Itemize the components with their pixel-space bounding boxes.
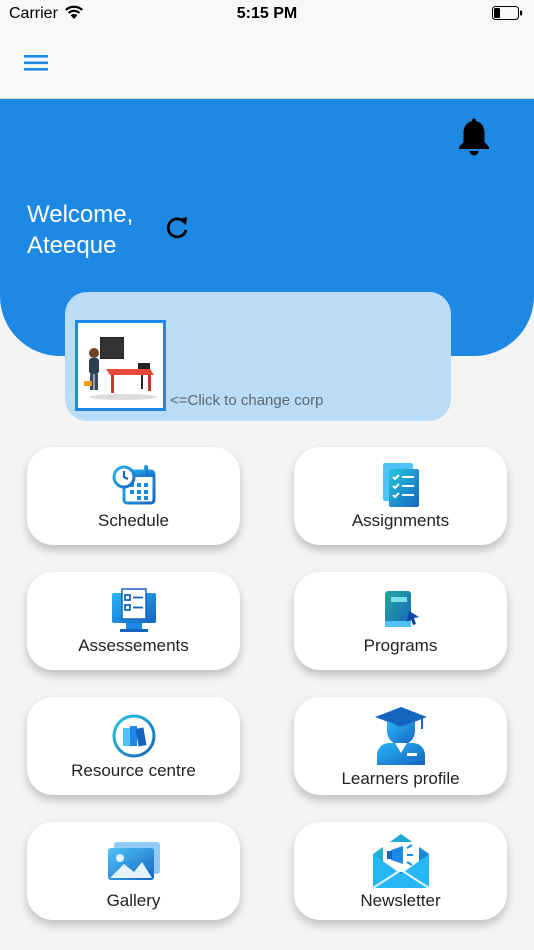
newsletter-tile[interactable]: Newsletter bbox=[294, 822, 507, 920]
learners-profile-icon bbox=[374, 707, 427, 765]
assessments-icon bbox=[111, 588, 156, 632]
schedule-label: Schedule bbox=[98, 511, 169, 530]
gallery-icon bbox=[107, 842, 160, 880]
schedule-tile[interactable]: Schedule bbox=[27, 447, 240, 545]
programs-label: Programs bbox=[363, 636, 438, 655]
assignments-tile[interactable]: Assignments bbox=[294, 447, 507, 545]
schedule-icon bbox=[112, 465, 155, 505]
change-corp-hint: <=Click to change corp bbox=[170, 392, 324, 409]
programs-icon bbox=[384, 591, 419, 627]
status-bar: Carrier 5:15 PM bbox=[0, 0, 534, 28]
resource-centre-icon bbox=[112, 714, 155, 758]
user-name: Ateeque bbox=[27, 232, 117, 259]
welcome-greeting: Welcome, bbox=[27, 201, 134, 228]
resource-centre-tile[interactable]: Resource centre bbox=[27, 697, 240, 795]
hamburger-menu-icon[interactable] bbox=[22, 50, 52, 76]
classroom-teacher-icon bbox=[84, 337, 157, 400]
status-time: 5:15 PM bbox=[236, 5, 298, 22]
welcome-text: Welcome, Ateeque bbox=[27, 199, 133, 261]
learners-profile-label: Learners profile bbox=[341, 769, 460, 788]
gallery-label: Gallery bbox=[106, 891, 161, 910]
app-bar bbox=[0, 28, 534, 99]
assessments-label: Assessements bbox=[78, 636, 189, 655]
assignments-label: Assignments bbox=[351, 511, 450, 530]
notification-bell-icon[interactable] bbox=[455, 118, 493, 158]
gallery-tile[interactable]: Gallery bbox=[27, 822, 240, 920]
resource-centre-label: Resource centre bbox=[71, 761, 196, 780]
newsletter-icon bbox=[371, 834, 430, 889]
learners-profile-tile[interactable]: Learners profile bbox=[294, 697, 507, 795]
assessments-tile[interactable]: Assessements bbox=[27, 572, 240, 670]
refresh-icon[interactable] bbox=[163, 214, 191, 242]
battery-icon bbox=[492, 6, 523, 20]
programs-tile[interactable]: Programs bbox=[294, 572, 507, 670]
corp-image[interactable] bbox=[75, 320, 166, 411]
corp-selector-card[interactable]: <=Click to change corp bbox=[65, 292, 451, 421]
assignments-icon bbox=[382, 463, 419, 507]
newsletter-label: Newsletter bbox=[360, 891, 441, 910]
